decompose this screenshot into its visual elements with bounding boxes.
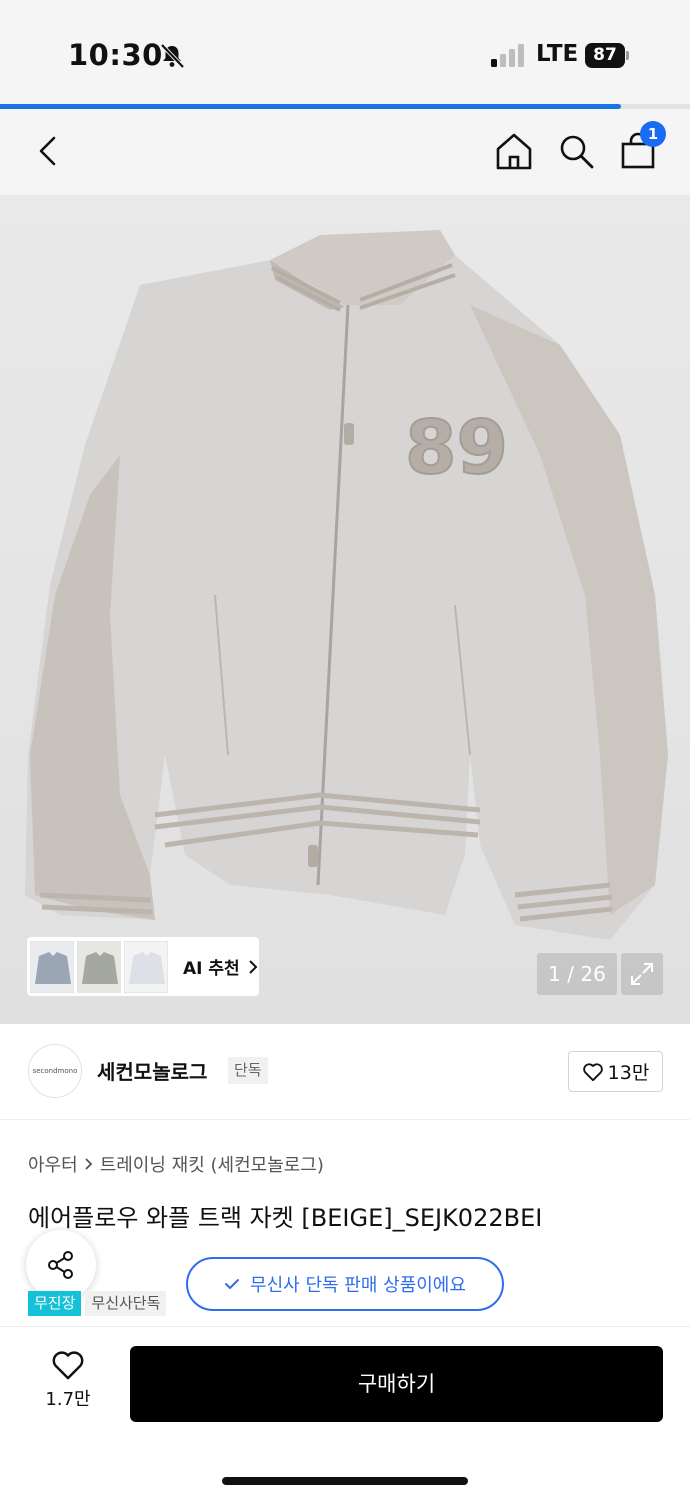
share-icon — [48, 1251, 73, 1279]
battery-tip — [626, 51, 629, 60]
share-button[interactable] — [26, 1230, 96, 1300]
wishlist-count: 1.7만 — [45, 1389, 91, 1410]
cart-button[interactable]: 1 — [614, 121, 666, 175]
exclusive-tag: 무신사단독 — [85, 1291, 167, 1316]
ai-thumbnail — [30, 940, 74, 993]
product-title: 에어플로우 와플 트랙 자켓 [BEIGE]_SEJK022BEI — [28, 1204, 543, 1232]
bell-muted-icon — [160, 43, 185, 69]
back-button[interactable] — [24, 127, 72, 175]
brand-like-count: 13만 — [607, 1062, 650, 1084]
checkmark-icon — [225, 1279, 240, 1289]
nav-header: 1 — [0, 109, 690, 195]
brand-exclusive-tag: 단독 — [228, 1057, 268, 1084]
brand-like-button[interactable]: 13만 — [568, 1051, 663, 1092]
bottom-action-bar: 1.7만 구매하기 — [0, 1326, 690, 1500]
chevron-right-icon — [85, 1158, 92, 1170]
cart-count-badge: 1 — [640, 121, 666, 147]
status-bar: 10:30 LTE 87 — [0, 0, 690, 104]
breadcrumb-category[interactable]: 아우터 — [28, 1151, 78, 1177]
expand-image-button[interactable] — [621, 953, 663, 995]
ai-recommendation-button[interactable]: AI 추천 — [27, 937, 259, 996]
brand-row[interactable]: secondmono 세컨모놀로그 단독 13만 — [0, 1024, 690, 1120]
heart-outline-icon — [582, 1062, 603, 1081]
brand-name[interactable]: 세컨모놀로그 — [97, 1056, 207, 1085]
expand-icon — [631, 963, 653, 985]
heart-outline-icon — [52, 1351, 84, 1380]
cellular-signal-icon — [491, 44, 524, 67]
network-type: LTE — [536, 41, 579, 67]
battery-indicator: 87 — [585, 43, 629, 68]
brand-logo-text: secondmono — [32, 1067, 78, 1075]
status-time: 10:30 — [68, 38, 163, 72]
ai-thumbnail — [124, 940, 168, 993]
brand-logo[interactable]: secondmono — [28, 1044, 82, 1098]
ai-thumbnail — [77, 940, 121, 993]
search-button[interactable] — [552, 127, 600, 175]
wishlist-button[interactable]: 1.7만 — [30, 1349, 106, 1421]
chevron-right-icon — [248, 959, 258, 974]
battery-level: 87 — [585, 43, 625, 68]
product-image-gallery[interactable]: 89 AI 추천 1 / 26 — [0, 195, 690, 1024]
breadcrumb-subcategory[interactable]: 트레이닝 재킷 (세컨모놀로그) — [100, 1151, 324, 1177]
exclusive-notice-text: 무신사 단독 판매 상품이에요 — [250, 1275, 466, 1296]
breadcrumb: 아우터 트레이닝 재킷 (세컨모놀로그) — [28, 1151, 324, 1177]
svg-text:89: 89 — [405, 405, 508, 491]
product-tags: 무진장 무신사단독 — [28, 1291, 167, 1316]
buy-button[interactable]: 구매하기 — [130, 1346, 663, 1422]
chevron-left-icon — [39, 136, 56, 166]
search-icon — [560, 135, 594, 169]
home-icon — [496, 133, 532, 170]
home-indicator — [222, 1477, 468, 1485]
image-counter: 1 / 26 — [537, 953, 617, 995]
product-photo: 89 — [25, 230, 668, 940]
ai-recommendation-label: AI 추천 — [183, 959, 240, 979]
exclusive-notice-pill: 무신사 단독 판매 상품이에요 — [186, 1257, 504, 1311]
free-shipping-tag: 무진장 — [28, 1291, 82, 1316]
home-button[interactable] — [490, 127, 538, 175]
